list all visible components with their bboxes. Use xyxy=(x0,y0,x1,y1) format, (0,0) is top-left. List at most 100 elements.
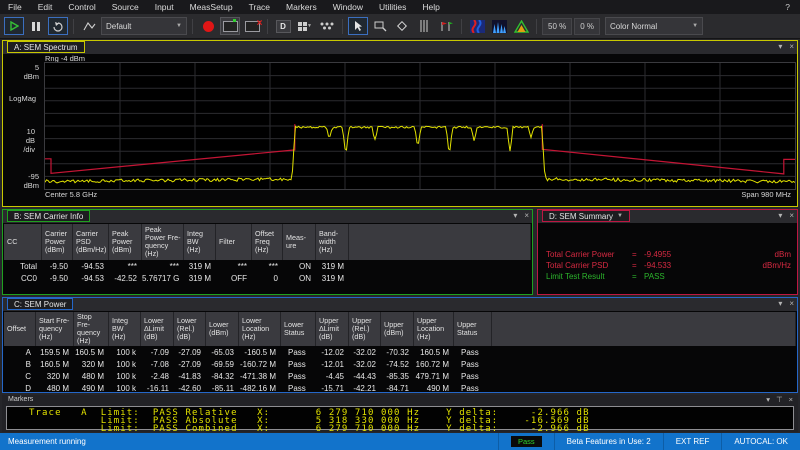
vertical-lines-icon xyxy=(420,20,428,32)
table-cell: 100 k xyxy=(116,359,136,369)
table-cell: -4.45 xyxy=(325,371,344,381)
toolbar-separator xyxy=(192,18,193,34)
status-item: EXT REF xyxy=(662,433,722,450)
hardware-button[interactable] xyxy=(220,17,240,35)
menu-item-input[interactable]: Input xyxy=(147,2,182,12)
select-tool-button[interactable] xyxy=(348,17,368,35)
column-header: Upper (Rel.) (dB) xyxy=(349,312,381,346)
window-a-minimize-button[interactable]: ▾ xyxy=(778,42,782,52)
table-cell: -7.09 xyxy=(150,347,169,357)
record-icon xyxy=(202,20,214,32)
table-cell: -41.83 xyxy=(178,371,201,381)
menu-item-utilities[interactable]: Utilities xyxy=(371,2,414,12)
zoom-y-field[interactable]: 0 % xyxy=(574,17,601,35)
spectrogram-icon xyxy=(469,19,485,33)
table-cell: 319 M xyxy=(321,273,344,283)
layout-button[interactable]: ▼ xyxy=(295,17,315,35)
column-header: Offset Freq (Hz) xyxy=(252,224,283,260)
toolbar-separator xyxy=(461,18,462,34)
menu-item-markers[interactable]: Markers xyxy=(278,2,325,12)
menu-items: File Edit Control Source Input MeasSetup Trace… xyxy=(0,2,448,12)
peak-markers-button[interactable] xyxy=(436,17,456,35)
spectrum-plot[interactable] xyxy=(44,62,796,190)
prism-icon xyxy=(513,19,529,33)
table-cell: Pass xyxy=(461,371,479,381)
table-cell: -74.52 xyxy=(386,359,409,369)
run-button[interactable] xyxy=(4,17,24,35)
column-header: Integ BW (Hz) xyxy=(184,224,216,260)
hardware-disconnect-button[interactable]: × xyxy=(242,17,263,35)
zoom-tool-button[interactable] xyxy=(370,17,390,35)
y-axis-bottom-unit: dBm xyxy=(23,181,39,190)
density-view-button[interactable] xyxy=(489,17,509,35)
table-cell: 100 k xyxy=(116,383,136,393)
menu-item-window[interactable]: Window xyxy=(325,2,371,12)
table-cell: ON xyxy=(299,273,311,283)
column-header: Upper Status xyxy=(454,312,492,346)
window-b-titlebar: B: SEM Carrier Info ▾ × xyxy=(3,210,532,223)
table-cell: -32.02 xyxy=(353,359,376,369)
restart-button[interactable] xyxy=(48,17,68,35)
pause-button[interactable] xyxy=(26,17,46,35)
window-d-close-button[interactable]: × xyxy=(789,211,794,221)
zoom-x-field[interactable]: 50 % xyxy=(542,17,573,35)
markers-pin-button[interactable]: ⊤ xyxy=(776,395,783,404)
markers-panel: Markers ▾ ⊤ × Trace A Limit: PASS Relati… xyxy=(2,395,798,434)
table-cell: B xyxy=(25,359,31,369)
instrument-disconnected-icon: × xyxy=(244,18,263,32)
table-row: Total -9.50 -94.53 *** *** 319 M *** *** ON 319 M xyxy=(4,260,531,272)
table-cell: C xyxy=(25,371,31,381)
window-a-close-button[interactable]: × xyxy=(789,42,794,52)
table-cell: -42.60 xyxy=(178,383,201,393)
window-c-title-tab[interactable]: C: SEM Power xyxy=(7,298,74,310)
preset-combobox[interactable]: Default ▼ xyxy=(101,17,187,35)
window-c-close-button[interactable]: × xyxy=(789,299,794,309)
spectrogram-view-button[interactable] xyxy=(467,17,487,35)
menu-item-meassetup[interactable]: MeasSetup xyxy=(182,2,241,12)
window-layout-icon xyxy=(298,21,308,31)
table-cell: -32.02 xyxy=(353,347,376,357)
marker-readout-row: Limit: PASS Combined X: 6 279 710 000 Hz… xyxy=(29,424,590,434)
table-cell: A xyxy=(25,347,31,357)
window-b-minimize-button[interactable]: ▾ xyxy=(513,211,517,221)
toolbar-separator xyxy=(73,18,74,34)
sweep-settings-icon xyxy=(83,21,95,30)
column-header: Lower ΔLimit (dB) xyxy=(141,312,174,346)
window-a-title: A: SEM Spectrum xyxy=(14,42,78,52)
prism-view-button[interactable] xyxy=(511,17,531,35)
menu-item-file[interactable]: File xyxy=(0,2,30,12)
digital-persistence-button[interactable]: D xyxy=(273,17,293,35)
status-item: AUTOCAL: OK xyxy=(721,433,800,450)
table-cell: -85.11 xyxy=(211,383,234,393)
record-button[interactable] xyxy=(198,17,218,35)
table-cell: OFF xyxy=(231,273,247,283)
color-mode-combobox[interactable]: Color Normal ▼ xyxy=(605,17,704,35)
sweep-settings-button[interactable] xyxy=(79,17,99,35)
window-b-title-tab[interactable]: B: SEM Carrier Info xyxy=(7,210,91,222)
menu-item-source[interactable]: Source xyxy=(104,2,147,12)
menu-item-edit[interactable]: Edit xyxy=(30,2,61,12)
y-axis-top-value: 5 xyxy=(34,63,39,72)
markers-close-button[interactable]: × xyxy=(789,395,793,404)
window-d-minimize-button[interactable]: ▾ xyxy=(778,211,782,221)
chevron-down-icon: ▼ xyxy=(692,23,699,29)
trace-layout-button[interactable] xyxy=(317,17,337,35)
menu-item-help[interactable]: Help xyxy=(414,2,447,12)
menu-item-trace[interactable]: Trace xyxy=(241,2,278,12)
scale-type-label: LogMag xyxy=(9,94,37,103)
window-a-title-tab[interactable]: A: SEM Spectrum xyxy=(7,41,85,53)
table-cell: 160.5 M xyxy=(40,359,69,369)
help-icon[interactable]: ? xyxy=(775,2,800,12)
sum-val: -9.4955 xyxy=(644,250,672,259)
window-d-title-tab[interactable]: D: SEM Summary ▼ xyxy=(542,210,630,222)
menu-item-control[interactable]: Control xyxy=(60,2,103,12)
markers-minimize-button[interactable]: ▾ xyxy=(766,395,770,404)
marker-tool-button[interactable] xyxy=(392,17,412,35)
table-cell: -2.48 xyxy=(150,371,169,381)
band-lines-button[interactable] xyxy=(414,17,434,35)
window-b-close-button[interactable]: × xyxy=(524,211,529,221)
window-c-minimize-button[interactable]: ▾ xyxy=(778,299,782,309)
restart-icon xyxy=(53,21,63,32)
sum-label: Total Carrier PSD xyxy=(546,261,609,270)
per-div-suffix: /div xyxy=(23,145,35,154)
